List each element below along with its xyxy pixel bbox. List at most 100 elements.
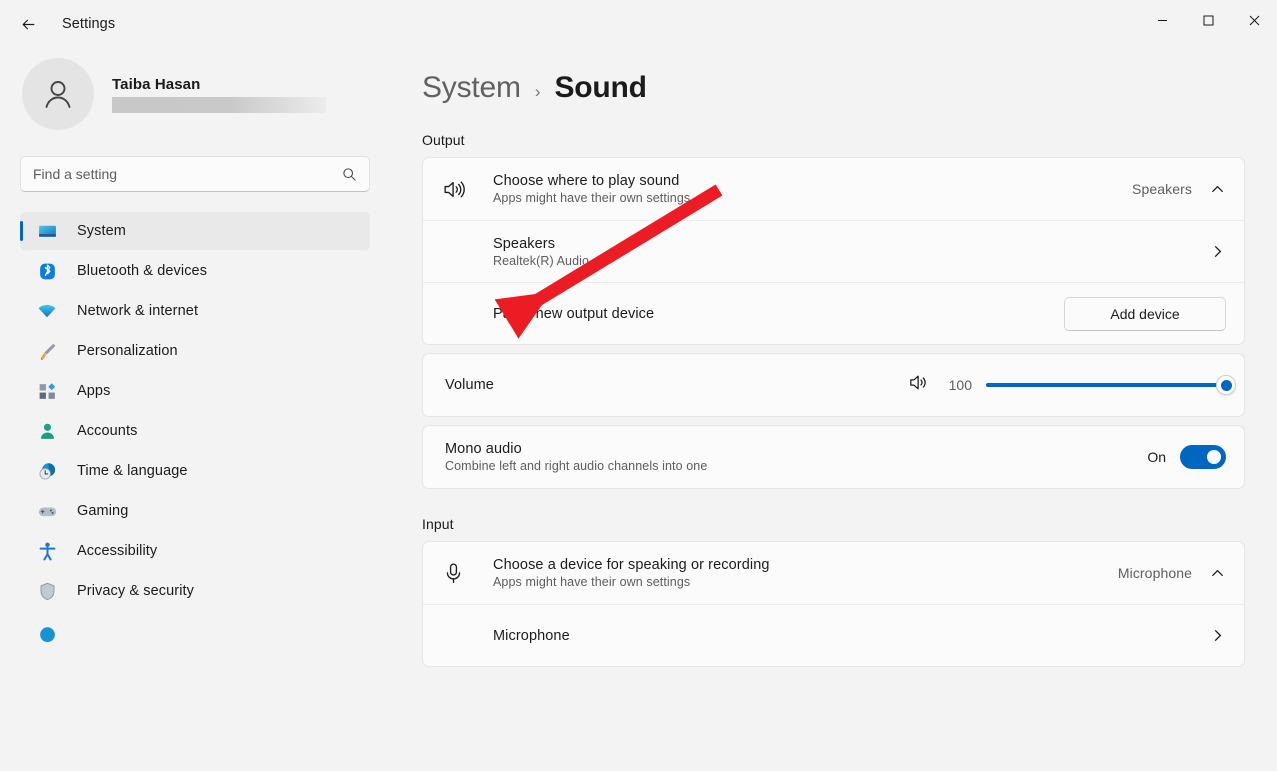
- row-subtitle: Apps might have their own settings: [493, 191, 691, 205]
- row-texts: Speakers Realtek(R) Audio: [493, 236, 1208, 268]
- row-subtitle: Apps might have their own settings: [493, 575, 691, 589]
- sidebar-item-label: Bluetooth & devices: [77, 263, 208, 279]
- sidebar-item-windows-update[interactable]: [20, 612, 370, 650]
- shield-icon: [35, 579, 59, 603]
- row-title: Choose a device for speaking or recordin…: [493, 557, 770, 573]
- minimize-button[interactable]: [1139, 0, 1185, 40]
- choose-output-device-row[interactable]: Choose where to play sound Apps might ha…: [423, 158, 1244, 220]
- row-title: Mono audio: [445, 441, 522, 457]
- title-bar: Settings: [0, 0, 1277, 48]
- row-texts: Choose a device for speaking or recordin…: [493, 557, 1118, 589]
- row-texts: Pair a new output device: [493, 306, 1064, 322]
- sidebar-item-label: Privacy & security: [77, 583, 195, 599]
- pair-new-output-device-row: Pair a new output device Add device: [423, 282, 1244, 344]
- sidebar-item-privacy-security[interactable]: Privacy & security: [20, 572, 370, 610]
- search-icon: [343, 167, 356, 181]
- mono-audio-card: Mono audio Combine left and right audio …: [422, 425, 1245, 489]
- sidebar-item-label: System: [77, 223, 126, 239]
- wifi-icon: [35, 299, 59, 323]
- windows-update-icon: [35, 619, 59, 643]
- chevron-up-icon[interactable]: [1208, 183, 1226, 196]
- row-right: Microphone: [1118, 565, 1226, 581]
- row-right: [1208, 629, 1226, 642]
- main-content: System › Sound Output Choose where to pl…: [390, 48, 1277, 771]
- toggle-knob: [1207, 450, 1221, 464]
- system-monitor-icon: [35, 219, 59, 243]
- sidebar-item-label: Gaming: [77, 503, 129, 519]
- row-title: Pair a new output device: [493, 305, 655, 322]
- output-devices-card: Choose where to play sound Apps might ha…: [422, 157, 1245, 345]
- back-arrow-icon: [22, 19, 34, 29]
- sidebar-item-bluetooth-devices[interactable]: Bluetooth & devices: [20, 252, 370, 290]
- slider-thumb[interactable]: [1216, 375, 1236, 395]
- maximize-button[interactable]: [1185, 0, 1231, 40]
- sidebar-nav: System Bluetooth & devices Network & int…: [20, 212, 370, 650]
- clock-globe-icon: [35, 459, 59, 483]
- sidebar-item-network-internet[interactable]: Network & internet: [20, 292, 370, 330]
- search-box[interactable]: [20, 156, 370, 192]
- person-icon: [45, 81, 71, 108]
- row-right: Add device: [1064, 296, 1226, 331]
- sidebar-item-label: Accounts: [77, 423, 138, 439]
- row-texts: Choose where to play sound Apps might ha…: [493, 173, 1132, 205]
- sidebar-item-gaming[interactable]: Gaming: [20, 492, 370, 530]
- breadcrumb-parent[interactable]: System: [422, 71, 521, 105]
- sidebar-item-accessibility[interactable]: Accessibility: [20, 532, 370, 570]
- sidebar-item-label: Network & internet: [77, 303, 199, 319]
- account-text: Taiba Hasan: [112, 76, 326, 113]
- row-title: Microphone: [493, 627, 570, 644]
- minimize-icon: [1157, 19, 1167, 21]
- row-right: [1208, 245, 1226, 258]
- close-button[interactable]: [1231, 0, 1277, 40]
- microphone-icon: [441, 561, 477, 586]
- sidebar-item-label: Personalization: [77, 343, 178, 359]
- row-texts: Microphone: [493, 628, 1208, 644]
- sidebar-item-time-language[interactable]: Time & language: [20, 452, 370, 490]
- row-title: Speakers: [493, 235, 556, 252]
- output-device-value: Speakers: [1132, 181, 1192, 197]
- input-devices-card: Choose a device for speaking or recordin…: [422, 541, 1245, 667]
- sidebar-item-label: Accessibility: [77, 543, 158, 559]
- row-subtitle: Realtek(R) Audio: [493, 253, 590, 268]
- account-block[interactable]: Taiba Hasan: [20, 48, 370, 140]
- volume-card: Volume 100: [422, 353, 1245, 417]
- input-section-label: Input: [422, 516, 454, 532]
- sidebar-item-label: Apps: [77, 383, 111, 399]
- row-title: Choose where to play sound: [493, 173, 680, 189]
- speakers-device-row[interactable]: Speakers Realtek(R) Audio: [423, 220, 1244, 282]
- account-name: Taiba Hasan: [112, 75, 201, 93]
- output-section-label: Output: [422, 132, 465, 148]
- speaker-icon: [907, 371, 930, 399]
- chevron-right-icon[interactable]: [1208, 629, 1226, 642]
- chevron-up-icon[interactable]: [1208, 567, 1226, 580]
- sidebar-item-accounts[interactable]: Accounts: [20, 412, 370, 450]
- apps-squares-icon: [35, 379, 59, 403]
- choose-input-device-row[interactable]: Choose a device for speaking or recordin…: [423, 542, 1244, 604]
- input-device-value: Microphone: [1117, 565, 1192, 581]
- mono-audio-control: On: [1147, 445, 1226, 469]
- sidebar: Taiba Hasan Find a setting System Blueto…: [0, 48, 390, 771]
- row-texts: Mono audio Combine left and right audio …: [445, 441, 1147, 473]
- chevron-right-icon[interactable]: [1208, 245, 1226, 258]
- window-controls: [1139, 0, 1277, 48]
- sidebar-item-personalization[interactable]: Personalization: [20, 332, 370, 370]
- mono-audio-toggle[interactable]: [1180, 445, 1226, 469]
- sidebar-item-apps[interactable]: Apps: [20, 372, 370, 410]
- row-texts: Volume: [445, 377, 907, 393]
- back-button[interactable]: [8, 8, 48, 40]
- row-subtitle: Combine left and right audio channels in…: [445, 459, 708, 473]
- volume-slider[interactable]: [986, 374, 1236, 396]
- search-input[interactable]: [33, 166, 342, 182]
- slider-fill: [986, 383, 1226, 387]
- page-title: Sound: [554, 71, 648, 104]
- account-email-redacted: [112, 96, 326, 113]
- avatar: [22, 58, 94, 130]
- paintbrush-icon: [35, 339, 59, 363]
- breadcrumb: System › Sound: [406, 48, 1245, 105]
- microphone-device-row[interactable]: Microphone: [423, 604, 1244, 666]
- speaker-icon: [441, 177, 477, 202]
- sidebar-item-system[interactable]: System: [20, 212, 370, 250]
- add-device-button[interactable]: Add device: [1064, 296, 1226, 331]
- volume-value: 100: [948, 377, 972, 393]
- mono-audio-row: Mono audio Combine left and right audio …: [423, 426, 1244, 488]
